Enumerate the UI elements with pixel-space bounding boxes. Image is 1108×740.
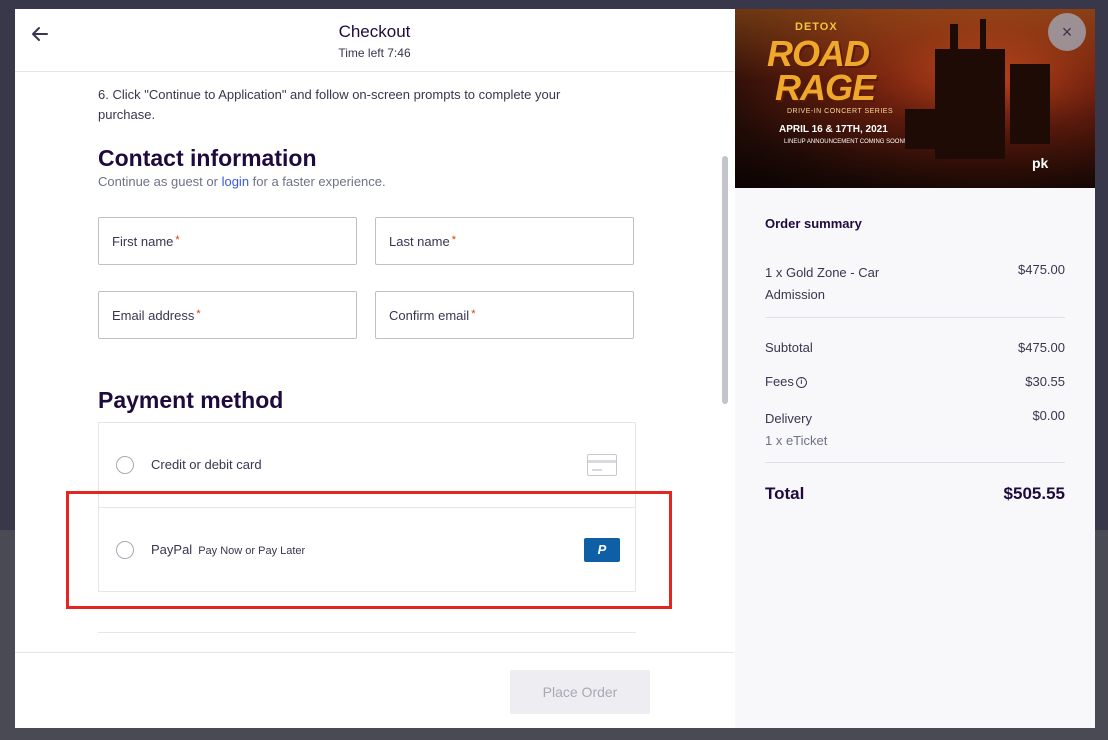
section-divider [98,632,636,633]
banner-brand: DETOX [795,21,838,33]
checkout-footer: Place Order [15,652,734,728]
order-summary-panel: DETOX ROAD RAGE DRIVE-IN CONCERT SERIES A… [735,9,1095,728]
delivery-label: Delivery 1 x eTicket [765,411,828,448]
email-label: Email address * [112,308,201,323]
form-scroll-area: 6. Click "Continue to Application" and f… [15,72,734,652]
info-icon[interactable]: i [795,377,807,389]
banner-lineup: LINEUP ANNOUNCEMENT COMING SOON! [784,139,906,145]
login-link[interactable]: login [222,174,249,189]
email-field[interactable]: Email address * [98,291,357,339]
fees-label: Fees i [765,374,807,389]
last-name-label: Last name * [389,234,456,249]
subtotal-value: $475.00 [1018,340,1065,355]
paypal-icon: P [584,538,620,562]
payment-option-card[interactable]: Credit or debit card [99,423,635,508]
paypal-label: PayPal Pay Now or Pay Later [151,542,305,557]
paypal-subtext: Pay Now or Pay Later [198,545,306,557]
checkout-header: Checkout Time left 7:46 [15,9,734,72]
fees-value: $30.55 [1025,374,1065,389]
order-item-name: 1 x Gold Zone - Car Admission [765,265,880,302]
banner-mark: pk [1032,155,1049,171]
checkout-form-panel: Checkout Time left 7:46 6. Click "Contin… [15,9,734,728]
scrollbar[interactable] [722,156,728,404]
paypal-radio[interactable] [116,541,134,559]
last-name-field[interactable]: Last name * [375,217,634,265]
close-icon[interactable]: × [1048,13,1086,51]
banner-logo: ROAD RAGE [767,33,876,108]
paypal-name: PayPal [151,542,193,557]
credit-card-icon [587,454,617,476]
banner-date: APRIL 16 & 17TH, 2021 [779,124,888,135]
time-left: Time left 7:46 [338,46,411,60]
guest-text: Continue as guest or login for a faster … [98,174,386,189]
first-name-field[interactable]: First name * [98,217,357,265]
payment-heading: Payment method [98,387,284,413]
guest-prefix: Continue as guest or [98,174,222,189]
order-item-price: $475.00 [1018,262,1065,277]
payment-options: Credit or debit card PayPal Pay Now or Pa… [98,422,636,592]
place-order-button[interactable]: Place Order [510,670,650,714]
confirm-email-field[interactable]: Confirm email * [375,291,634,339]
total-label: Total [765,484,805,503]
subtotal-label: Subtotal [765,340,813,355]
checkout-modal: Checkout Time left 7:46 6. Click "Contin… [15,9,1095,728]
event-banner-image: DETOX ROAD RAGE DRIVE-IN CONCERT SERIES A… [735,9,1095,188]
card-label: Credit or debit card [151,457,262,472]
delivery-value: $0.00 [1032,408,1065,423]
instruction-step: 6. Click "Continue to Application" and f… [98,87,561,122]
payment-option-paypal[interactable]: PayPal Pay Now or Pay Later P [99,508,635,592]
total-value: $505.55 [1003,484,1065,503]
banner-series: DRIVE-IN CONCERT SERIES [787,108,894,115]
guest-suffix: for a faster experience. [249,174,386,189]
contact-heading: Contact information [98,145,317,171]
confirm-email-label: Confirm email * [389,308,476,323]
card-radio[interactable] [116,456,134,474]
first-name-label: First name * [112,234,180,249]
page-title: Checkout [338,22,411,41]
instruction-text: 6. Click "Continue to Application" and f… [98,85,618,125]
